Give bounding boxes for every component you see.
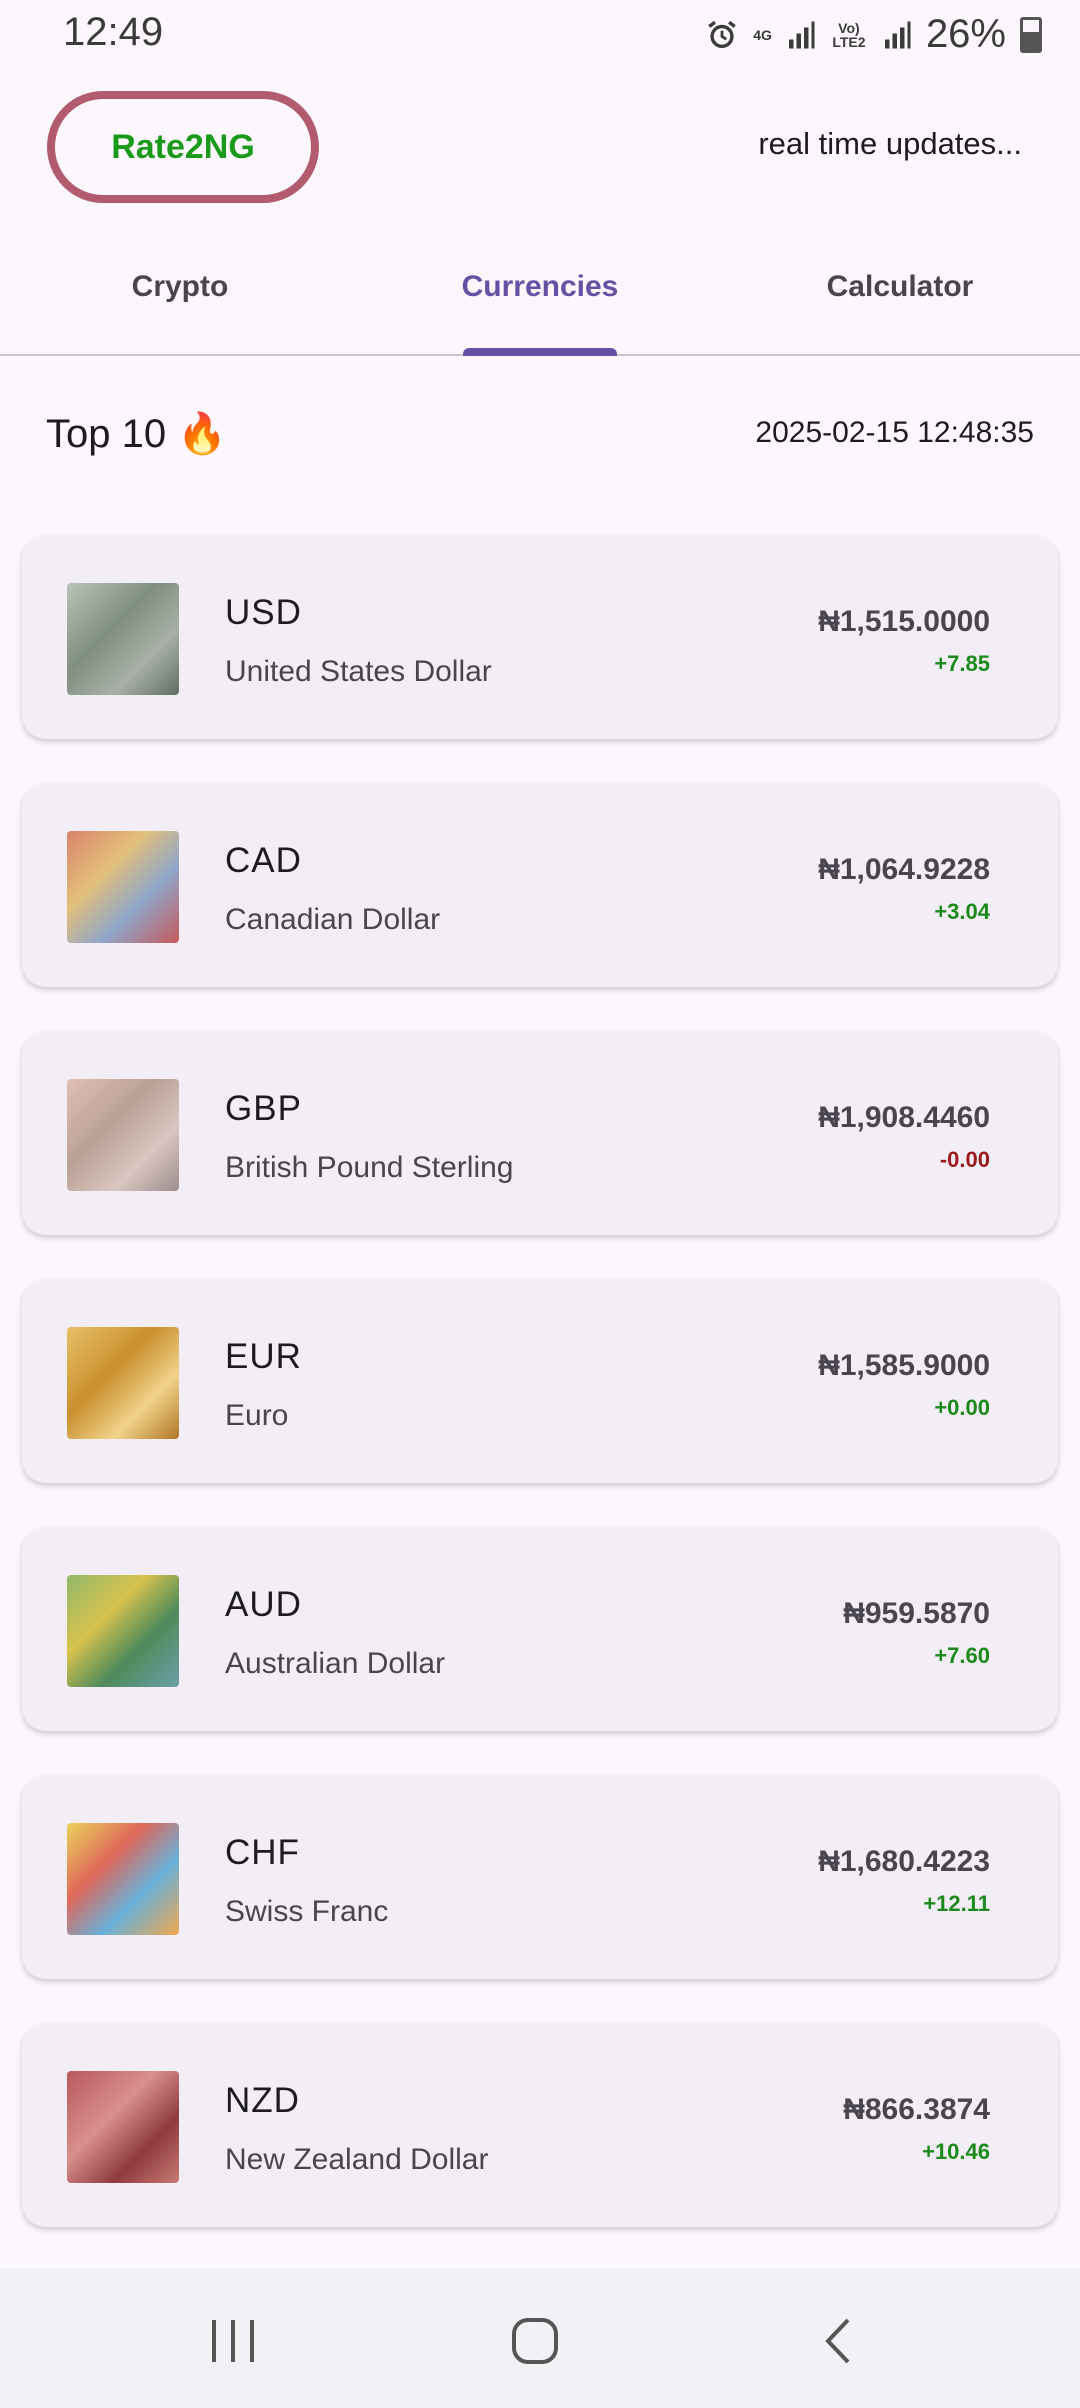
currency-thumbnail (67, 1575, 179, 1687)
currency-change: +10.46 (922, 2139, 990, 2164)
tab-crypto[interactable]: Crypto (0, 248, 360, 354)
currency-thumbnail (67, 1079, 179, 1191)
currency-price: ₦1,064.9228 (818, 853, 990, 886)
system-nav-bar (0, 2268, 1080, 2408)
currency-card-gbp[interactable]: GBP British Pound Sterling ₦1,908.4460 -… (22, 1031, 1058, 1235)
section-title: Top 10 🔥 (46, 410, 227, 457)
currency-code: CAD (225, 841, 302, 880)
currency-change: +12.11 (923, 1891, 990, 1916)
currency-code: CHF (225, 1833, 300, 1872)
home-icon[interactable] (500, 2306, 570, 2376)
currency-name: United States Dollar (225, 655, 492, 688)
currency-card-usd[interactable]: USD United States Dollar ₦1,515.0000 +7.… (22, 535, 1058, 739)
section-title-text: Top 10 (46, 412, 167, 456)
currency-price: ₦1,908.4460 (818, 1101, 990, 1134)
recent-apps-icon[interactable] (198, 2306, 268, 2376)
currency-name: Euro (225, 1399, 289, 1432)
network-type: 4G (753, 26, 772, 43)
signal-icon-2 (884, 21, 911, 48)
lte-label: Vo) LTE2 (832, 19, 866, 50)
currency-card-cad[interactable]: CAD Canadian Dollar ₦1,064.9228 +3.04 (22, 783, 1058, 987)
currency-price: ₦866.3874 (843, 2093, 990, 2126)
currency-change: +0.00 (934, 1395, 990, 1420)
currency-price: ₦959.5870 (843, 1597, 990, 1630)
battery-icon (1020, 16, 1042, 53)
fire-icon: 🔥 (177, 412, 228, 456)
tab-label: Calculator (826, 270, 974, 303)
tab-label: Crypto (131, 270, 229, 303)
status-time: 12:49 (63, 10, 164, 54)
currency-change: -0.00 (939, 1147, 990, 1172)
currency-code: AUD (225, 1585, 302, 1624)
status-icons: 4G Vo) LTE2 26% (705, 12, 1042, 57)
currency-price: ₦1,680.4223 (818, 1845, 990, 1878)
currency-thumbnail (67, 1327, 179, 1439)
currency-code: EUR (225, 1337, 302, 1376)
currency-code: USD (225, 593, 302, 632)
currency-name: New Zealand Dollar (225, 2143, 489, 2176)
tab-calculator[interactable]: Calculator (720, 248, 1080, 354)
currency-list: USD United States Dollar ₦1,515.0000 +7.… (22, 535, 1058, 2271)
currency-name: Australian Dollar (225, 1647, 446, 1680)
brand-text: Rate2NG (111, 127, 255, 166)
currency-thumbnail (67, 1823, 179, 1935)
realtime-status: real time updates... (758, 126, 1022, 161)
currency-card-aud[interactable]: AUD Australian Dollar ₦959.5870 +7.60 (22, 1527, 1058, 1731)
brand-logo[interactable]: Rate2NG (47, 91, 319, 203)
tab-currencies[interactable]: Currencies (360, 248, 720, 356)
back-icon[interactable] (804, 2306, 874, 2376)
currency-price: ₦1,585.9000 (818, 1349, 990, 1382)
battery-percent: 26% (925, 12, 1006, 56)
currency-change: +7.85 (934, 651, 990, 676)
currency-thumbnail (67, 2071, 179, 2183)
currency-card-chf[interactable]: CHF Swiss Franc ₦1,680.4223 +12.11 (22, 1775, 1058, 1979)
currency-card-eur[interactable]: EUR Euro ₦1,585.9000 +0.00 (22, 1279, 1058, 1483)
tab-bar: Crypto Currencies Calculator (0, 248, 1080, 356)
currency-name: Canadian Dollar (225, 903, 441, 936)
status-bar: 12:49 4G Vo) LTE2 26% (0, 0, 1080, 72)
currency-code: NZD (225, 2081, 300, 2120)
currency-name: Swiss Franc (225, 1895, 389, 1928)
signal-icon (788, 21, 815, 48)
currency-change: +7.60 (934, 1643, 990, 1668)
currency-price: ₦1,515.0000 (818, 605, 990, 638)
alarm-icon (708, 20, 737, 48)
tab-label: Currencies (461, 270, 619, 303)
currency-change: +3.04 (934, 899, 990, 924)
currency-code: GBP (225, 1089, 302, 1128)
currency-card-nzd[interactable]: NZD New Zealand Dollar ₦866.3874 +10.46 (22, 2023, 1058, 2227)
currency-thumbnail (67, 583, 179, 695)
currency-name: British Pound Sterling (225, 1151, 514, 1184)
last-updated-timestamp: 2025-02-15 12:48:35 (755, 416, 1034, 449)
currency-thumbnail (67, 831, 179, 943)
